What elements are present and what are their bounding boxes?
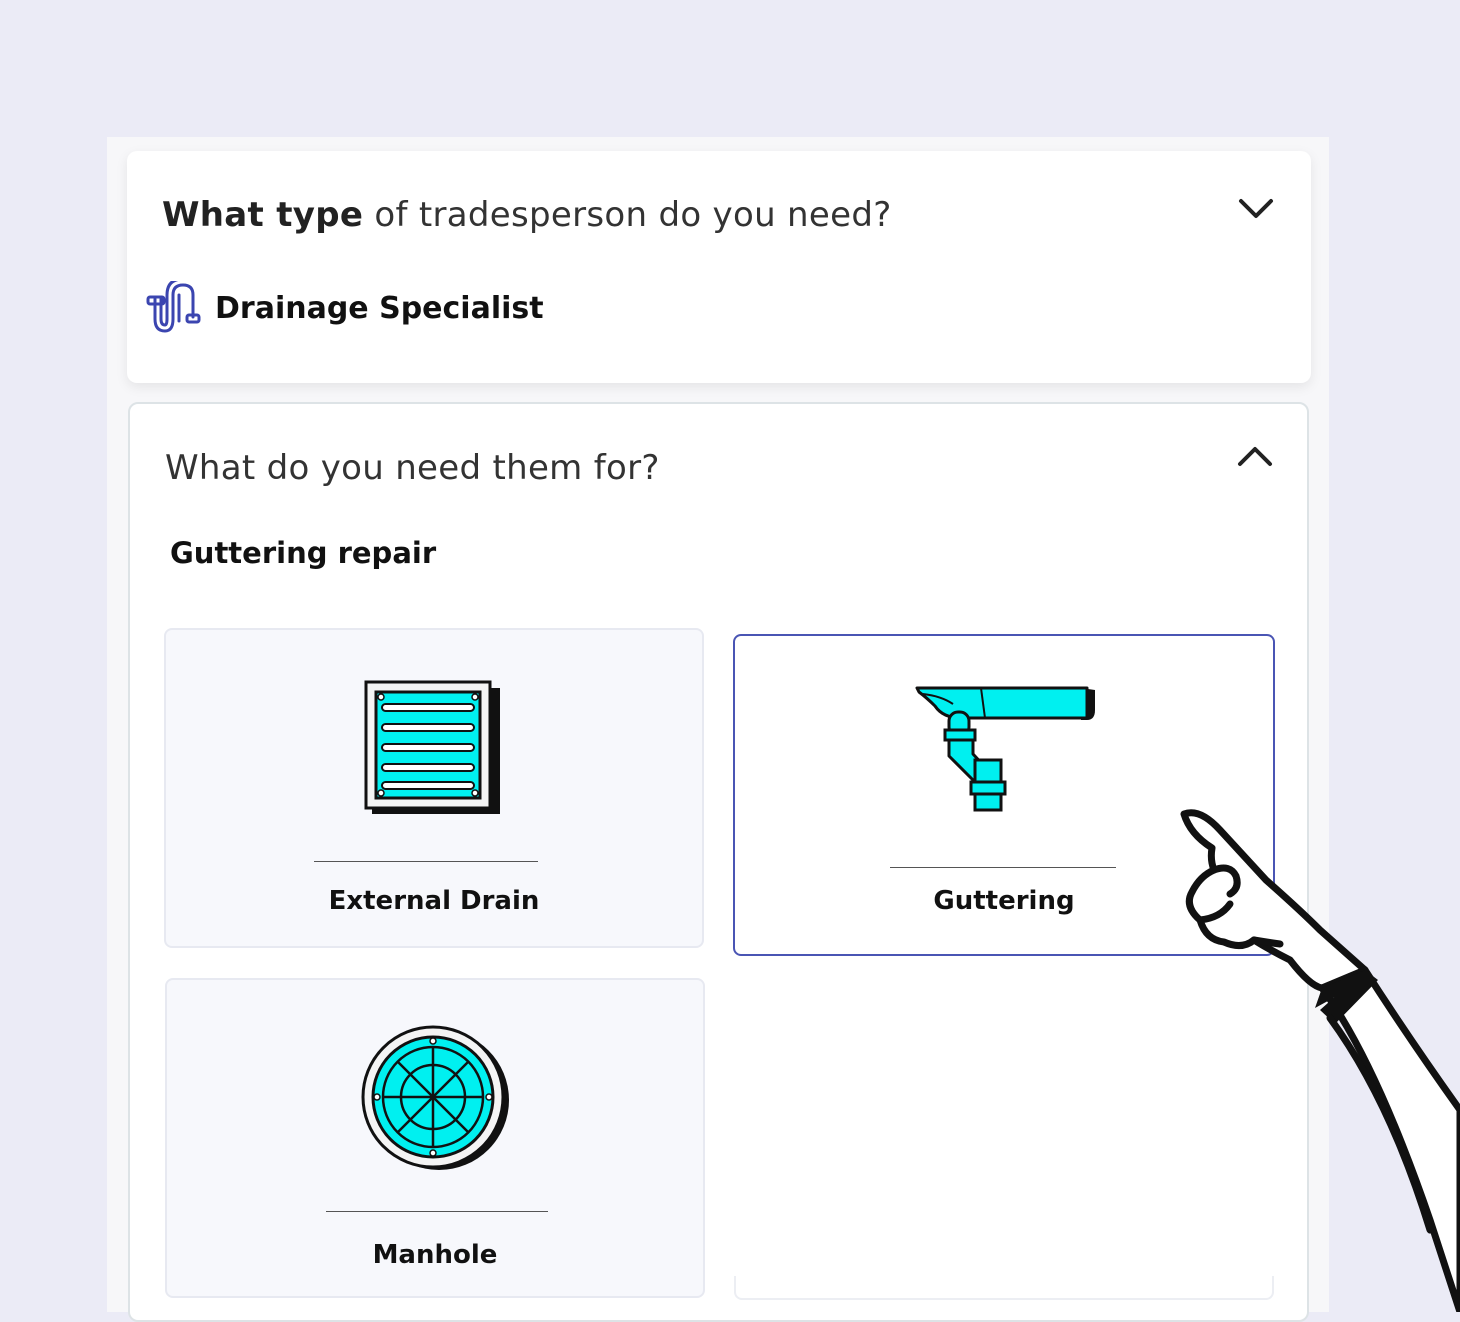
manhole-cover-icon [361, 1025, 509, 1170]
option-external-drain[interactable]: External Drain [164, 628, 704, 948]
selected-job: Guttering repair [170, 536, 437, 570]
chevron-down-icon[interactable] [1238, 197, 1274, 221]
job-type-question-title: What do you need them for? [165, 448, 660, 488]
drain-grate-icon [364, 680, 500, 814]
trade-type-question[interactable]: What type of tradesperson do you need? D… [127, 151, 1311, 383]
option-manhole[interactable]: Manhole [165, 978, 705, 1298]
option-divider [314, 861, 538, 862]
option-label: External Drain [328, 886, 540, 916]
chevron-up-icon[interactable] [1237, 444, 1273, 468]
trade-type-question-title: What type of tradesperson do you need? [162, 195, 892, 235]
option-label: Manhole [372, 1240, 498, 1270]
selected-trade: Drainage Specialist [145, 281, 544, 335]
pipe-icon [146, 281, 201, 333]
pointing-hand-icon [1180, 809, 1460, 1312]
selected-trade-label: Drainage Specialist [215, 290, 544, 326]
gutter-pipe-icon [915, 686, 1095, 812]
option-divider [326, 1211, 548, 1212]
option-divider [890, 867, 1116, 868]
